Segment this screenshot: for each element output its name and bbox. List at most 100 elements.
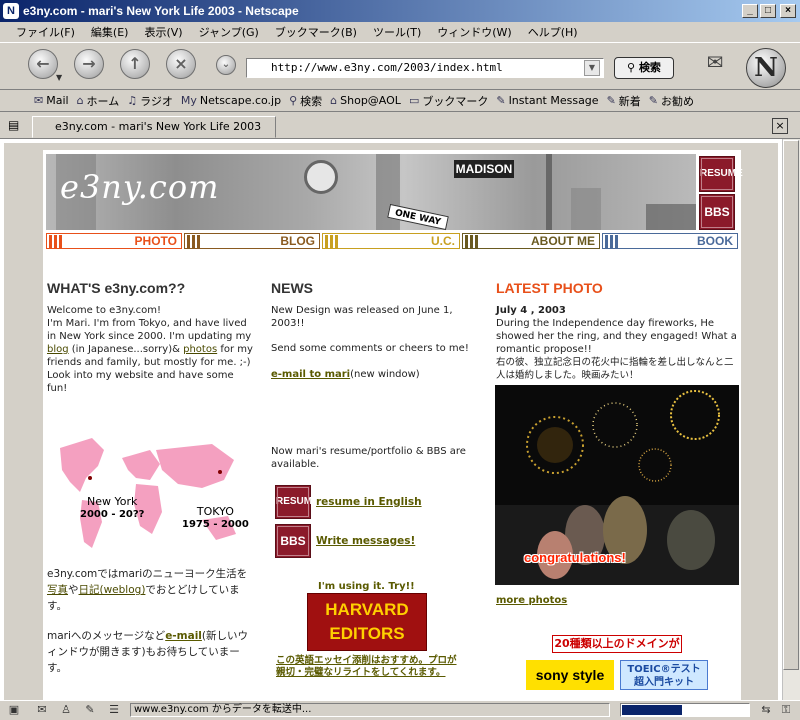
menu-tools[interactable]: ツール(T): [373, 24, 421, 40]
menu-bookmarks[interactable]: ブックマーク(B): [275, 24, 357, 40]
toolbar-item-instant-message[interactable]: ✎ Instant Message: [496, 94, 598, 107]
toolbar-item-radio[interactable]: ♫ ラジオ: [127, 93, 173, 109]
title-bar: N e3ny.com - mari's New York Life 2003 -…: [0, 0, 800, 22]
nav-tab-label: PHOTO: [134, 234, 177, 248]
toolbar-item-bookmarks[interactable]: ▭ ブックマーク: [409, 93, 488, 109]
latest-date: July 4 , 2003: [496, 305, 566, 316]
harvard-editors-banner[interactable]: HARVARD EDITORS: [307, 593, 427, 651]
headphones-icon: ♫: [127, 94, 138, 107]
tab-e3ny[interactable]: e3ny.com - mari's New York Life 2003: [32, 116, 276, 138]
toolbar-item-mail[interactable]: ✉ Mail: [34, 94, 69, 107]
forward-button[interactable]: →: [74, 49, 104, 79]
bbs-header-button[interactable]: BBS: [699, 194, 735, 230]
tab-label: e3ny.com - mari's New York Life 2003: [55, 120, 262, 133]
resume-icon-button[interactable]: RESUME: [275, 485, 319, 519]
nav-tab-uc[interactable]: U.C.: [322, 233, 460, 249]
more-photos-link[interactable]: more photos: [496, 594, 567, 607]
toolbar-item-netscape[interactable]: My Netscape.co.jp: [181, 94, 281, 107]
jp-email-link[interactable]: e-mail: [165, 630, 202, 642]
connection-icon: ⇆: [761, 703, 771, 716]
history-button[interactable]: ⌄: [216, 55, 236, 75]
search-button[interactable]: ⚲ 検索: [614, 57, 674, 79]
nav-tab-book[interactable]: BOOK: [602, 233, 738, 249]
minimize-button[interactable]: _: [742, 4, 758, 18]
url-input[interactable]: http://www.e3ny.com/2003/index.html: [246, 58, 604, 78]
write-messages-link[interactable]: Write messages!: [316, 535, 415, 548]
toeic-line2: 超入門キット: [634, 677, 694, 688]
whats-japanese-mail: mariへのメッセージなどe-mail(新しいウィンドウが開きます)もお待ちして…: [47, 628, 251, 676]
whats-about: I'm Mari. I'm from Tokyo, and have lived…: [47, 317, 253, 369]
bbs-icon-button[interactable]: BBS: [275, 524, 311, 558]
menu-view[interactable]: 表示(V): [144, 24, 182, 40]
resume-english-link[interactable]: resume in English: [316, 496, 422, 509]
nav-tab-photo[interactable]: PHOTO: [46, 233, 182, 249]
latest-description: During the Independence day fireworks, H…: [496, 318, 737, 355]
map-tokyo-years: 1975 - 2000: [182, 519, 249, 530]
photos-link[interactable]: photos: [183, 344, 217, 355]
forward-arrow-icon: →: [82, 54, 96, 73]
whats-about-text: I'm Mari. I'm from Tokyo, and have lived…: [47, 318, 252, 342]
toolbar-item-recommended[interactable]: ✎ お勧め: [649, 93, 694, 109]
mail-icon[interactable]: ✉: [34, 703, 50, 717]
mail-printer-icon[interactable]: ✉: [700, 50, 730, 76]
toolbar-label: お勧め: [661, 94, 694, 108]
nav-tab-blog[interactable]: BLOG: [184, 233, 320, 249]
mail-icon: ✉: [34, 94, 44, 107]
menu-go[interactable]: ジャンプ(G): [199, 24, 259, 40]
nav-tab-about[interactable]: ABOUT ME: [462, 233, 600, 249]
toolbar-label: Shop@AOL: [340, 94, 401, 107]
window-title: e3ny.com - mari's New York Life 2003 - N…: [23, 4, 299, 18]
bars-icon: [465, 235, 478, 248]
personal-toolbar: ✉ Mail ⌂ ホーム ♫ ラジオ My Netscape.co.jp ⚲ 検索 ⌂ Sh…: [0, 90, 800, 112]
news-comments-text: Send some comments or cheers to me!: [271, 343, 469, 354]
my-netscape-icon: My: [180, 94, 197, 107]
link-icon: ✎: [496, 94, 506, 107]
toolbar-item-new[interactable]: ✎ 新着: [607, 93, 641, 109]
menu-help[interactable]: ヘルプ(H): [528, 24, 578, 40]
resume-header-button[interactable]: RESUME: [699, 156, 743, 192]
whats-welcome: Welcome to e3ny.com!: [47, 305, 162, 316]
blog-link[interactable]: blog: [47, 344, 69, 355]
map-ny-years: 2000 - 20??: [80, 509, 145, 520]
jp-diary-link[interactable]: 日記(weblog): [79, 584, 146, 596]
domain-ad-banner[interactable]: 20種類以上のドメインが: [552, 635, 682, 653]
url-dropdown-icon[interactable]: ▼: [584, 60, 600, 76]
link-icon: ✎: [648, 94, 658, 107]
toolbar-item-home[interactable]: ⌂ ホーム: [77, 93, 120, 109]
menu-window[interactable]: ウィンドウ(W): [437, 24, 511, 40]
toolbar-label: ラジオ: [140, 94, 173, 108]
composer-icon[interactable]: ✎: [82, 703, 98, 717]
email-mari-link[interactable]: e-mail to mari: [271, 369, 350, 380]
toolbar-label: 検索: [300, 94, 323, 108]
sony-style-banner[interactable]: sony style: [526, 660, 614, 690]
netscape-app-icon[interactable]: N: [3, 3, 19, 19]
new-tab-icon[interactable]: ▤: [8, 118, 24, 134]
menu-file[interactable]: ファイル(F): [16, 24, 75, 40]
netscape-logo-icon[interactable]: N: [746, 48, 786, 88]
back-button[interactable]: ←: [28, 49, 58, 79]
reload-button[interactable]: ↑: [120, 49, 150, 79]
toolbar-label: ブックマーク: [422, 94, 489, 108]
map-tokyo-label: TOKYO 1975 - 2000: [182, 505, 249, 531]
jp-photo-link[interactable]: 写真: [47, 584, 68, 596]
close-window-button[interactable]: ×: [780, 4, 796, 18]
menu-edit[interactable]: 編集(E): [91, 24, 129, 40]
address-book-icon[interactable]: ☰: [106, 703, 122, 717]
close-tab-icon[interactable]: ×: [772, 118, 788, 134]
maximize-button[interactable]: □: [760, 4, 776, 18]
stop-button[interactable]: ×: [166, 49, 196, 79]
harvard-ad-link[interactable]: この英語エッセイ添削はおすすめ。プロが親切・完璧なリライトをしてくれます。: [276, 655, 464, 679]
toolbar-label: 新着: [618, 94, 641, 108]
scrollbar-thumb[interactable]: [783, 140, 799, 670]
site-logo[interactable]: e3ny.com: [60, 168, 219, 206]
aim-icon[interactable]: ♙: [58, 703, 74, 717]
map-new-york-label: New York 2000 - 20??: [80, 495, 144, 521]
photo-caption: congratulations!: [524, 550, 626, 565]
window-icon[interactable]: ▣: [6, 703, 22, 717]
search-button-label: 検索: [638, 61, 661, 74]
toeic-banner[interactable]: TOEIC®テスト 超入門キット: [620, 660, 708, 690]
toolbar-item-shop[interactable]: ⌂ Shop@AOL: [330, 94, 401, 107]
toolbar-item-search[interactable]: ⚲ 検索: [289, 93, 322, 109]
bars-icon: [325, 235, 338, 248]
back-history-dropdown-icon[interactable]: ▼: [56, 73, 62, 82]
